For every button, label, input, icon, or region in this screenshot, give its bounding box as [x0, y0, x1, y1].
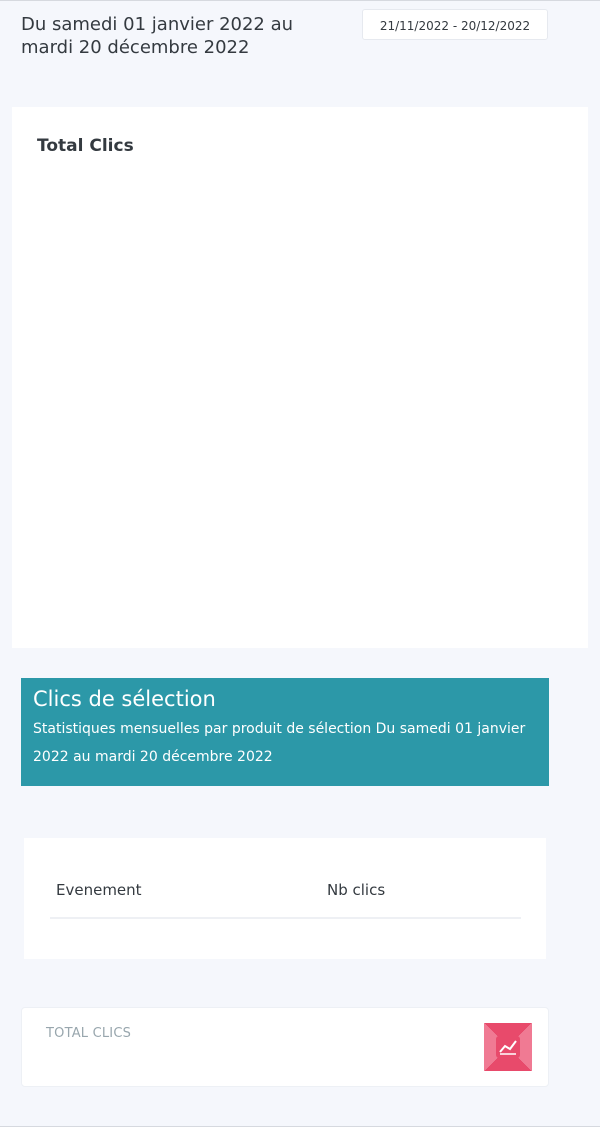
table-header: Evenement Nb clics: [50, 881, 521, 919]
total-clicks-label: TOTAL CLICS: [46, 1026, 132, 1041]
events-table-card: Evenement Nb clics: [24, 838, 546, 959]
chart-title: Total Clics: [37, 136, 134, 156]
column-header-event[interactable]: Evenement: [50, 881, 327, 917]
total-clicks-chart-card: Total Clics: [12, 107, 588, 648]
banner-title: Clics de sélection: [33, 687, 216, 711]
column-header-clicks[interactable]: Nb clics: [327, 881, 385, 917]
selection-clicks-banner: Clics de sélection Statistiques mensuell…: [21, 678, 549, 786]
total-clicks-card: TOTAL CLICS: [21, 1007, 549, 1087]
chart-line-icon: [484, 1023, 532, 1071]
date-range-picker[interactable]: 21/11/2022 - 20/12/2022: [362, 9, 548, 40]
period-heading: Du samedi 01 janvier 2022 au mardi 20 dé…: [21, 14, 294, 58]
banner-subtitle: Statistiques mensuelles par produit de s…: [33, 721, 526, 765]
